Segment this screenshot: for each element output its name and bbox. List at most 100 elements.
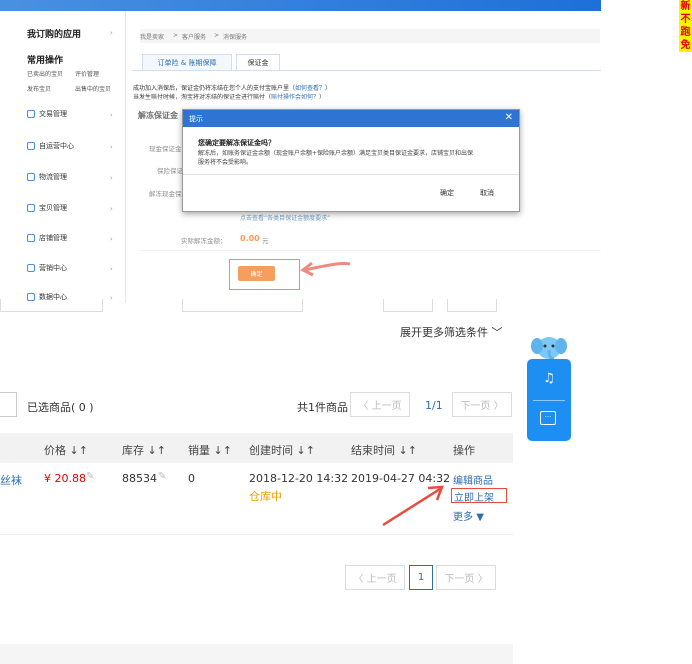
breadcrumb-item: 消保服务 (223, 34, 248, 41)
column-stock[interactable]: 库存 ↓↑ (122, 442, 166, 458)
sidebar-item-store[interactable]: 店铺管理 (27, 233, 67, 243)
sidebar-item-label: 交易管理 (39, 110, 67, 118)
more-actions-link[interactable]: 更多 ▼ (453, 508, 484, 523)
message-icon[interactable]: ··· (540, 411, 556, 425)
sidebar-item-self-op[interactable]: 自运营中心 (27, 141, 74, 151)
list-now-link[interactable]: 立即上架 (454, 489, 494, 504)
product-title[interactable]: 丝袜 (0, 472, 22, 488)
filter-input-4[interactable] (447, 299, 497, 312)
chevron-right-icon: › (110, 205, 113, 213)
sidebar-item-label: 营销中心 (39, 264, 67, 272)
edit-stock-icon[interactable]: ✎ (158, 471, 166, 482)
how-to-view-link[interactable]: 如何查看？ (295, 85, 325, 92)
filter-input-2[interactable] (182, 299, 303, 312)
store-icon (27, 234, 35, 242)
breadcrumb-separator: > (173, 32, 179, 39)
status-badge: 仓库中 (249, 490, 282, 503)
trade-icon (27, 110, 35, 118)
sidebar-item-logistics[interactable]: 物流管理 (27, 172, 67, 182)
stock-value: 88534 (122, 472, 157, 485)
marketing-icon (27, 264, 35, 272)
confirm-dialog: 提示 ✕ 您确定要解冻保证金吗？ 解冻后，如账务保证金余额（现金账户余额+保险账… (182, 109, 520, 212)
chevron-left-icon: 〈 (353, 574, 364, 585)
chevron-left-icon: 〈 (358, 401, 369, 412)
next-page-button[interactable]: 下一页 〉 (452, 392, 512, 417)
created-time: 2018-12-20 14:32 (249, 472, 349, 485)
edit-price-icon[interactable]: ✎ (86, 471, 94, 482)
column-created[interactable]: 创建时间 ↓↑ (249, 442, 315, 458)
truck-icon (27, 173, 35, 181)
product-list-panel: 展开更多筛选条件 ﹀ 已选商品( 0 ) 共1件商品 〈 上一页 1/1 下一页… (0, 299, 515, 664)
bottom-prev-page-button[interactable]: 〈 上一页 (345, 565, 405, 590)
top-bar (0, 0, 601, 11)
sidebar-item-trade[interactable]: 交易管理 (27, 109, 67, 119)
sidebar-item-goods[interactable]: 宝贝管理 (27, 203, 67, 213)
red-arrow-annotation (382, 485, 444, 527)
price-value: ¥ 20.88 (44, 472, 86, 485)
selected-count: 已选商品( 0 ) (27, 401, 94, 414)
page-indicator: 1/1 (425, 399, 443, 412)
chevron-right-icon: 〉 (493, 401, 504, 412)
chevron-right-icon: › (110, 174, 113, 182)
select-all-checkbox[interactable] (0, 392, 17, 417)
column-actions: 操作 (453, 444, 475, 457)
bottom-next-page-button[interactable]: 下一页 〉 (436, 565, 496, 590)
sidebar-item-marketing[interactable]: 营销中心 (27, 263, 67, 273)
chevron-down-icon: ﹀ (491, 326, 503, 339)
chevron-right-icon: › (110, 235, 113, 243)
edit-product-link[interactable]: 编辑商品 (453, 472, 493, 487)
sidebar-item-label: 店铺管理 (39, 234, 67, 242)
bell-icon[interactable]: ♫ (540, 371, 558, 389)
breadcrumb-item[interactable]: 我是卖家 (140, 32, 164, 41)
tab-order-insurance[interactable]: 订单险 & 账期保障 (142, 54, 232, 71)
filter-input-3[interactable] (383, 299, 433, 312)
dialog-question: 您确定要解冻保证金吗？ (198, 139, 275, 147)
sales-value: 0 (188, 472, 195, 485)
breadcrumb: 我是卖家 > 客户服务 > 消保服务 (140, 29, 600, 43)
chevron-right-icon: › (110, 294, 113, 302)
chevron-right-icon: › (110, 143, 113, 151)
chat-icon (27, 142, 35, 150)
toolbar-divider (533, 400, 565, 401)
column-sales[interactable]: 销量 ↓↑ (188, 442, 232, 458)
sidebar-item-label: 自运营中心 (39, 142, 74, 150)
quick-link-reviews[interactable]: 评价管理 (75, 69, 99, 78)
quick-link-sold[interactable]: 已卖出的宝贝 (27, 69, 63, 78)
sidebar-item-label: 物流管理 (39, 173, 67, 181)
dialog-description: 解冻后，如账务保证金余额（现金账户余额+保险账户余额）满足宝贝类目保证金要求，店… (198, 150, 474, 166)
column-ended[interactable]: 结束时间 ↓↑ (351, 442, 417, 458)
dialog-divider (183, 174, 519, 175)
dialog-cancel-button[interactable]: 取消 (480, 188, 494, 198)
column-price[interactable]: 价格 ↓↑ (44, 442, 88, 458)
side-ad-banner[interactable]: 新 不 跑 免 (679, 0, 692, 52)
chevron-right-icon: › (110, 265, 113, 273)
tab-underline (132, 70, 601, 71)
quick-link-onsale[interactable]: 出售中的宝贝 (75, 84, 111, 93)
dialog-ok-button[interactable]: 确定 (440, 188, 454, 198)
common-ops-title: 常用操作 (27, 56, 64, 66)
footer-strip (0, 644, 513, 664)
breadcrumb-separator: > (214, 32, 220, 39)
more-filters-toggle[interactable]: 展开更多筛选条件 ﹀ (400, 324, 503, 340)
dialog-title: 提示 (189, 115, 203, 123)
dialog-header: 提示 (183, 110, 519, 127)
my-apps-title[interactable]: 我订购的应用 (27, 27, 81, 40)
sidebar: 我订购的应用 › 常用操作 已卖出的宝贝 评价管理 发布宝贝 出售中的宝贝 交易… (0, 11, 126, 303)
total-count: 共1件商品 (297, 401, 348, 414)
close-icon[interactable]: ✕ (505, 112, 513, 123)
table-header: 价格 ↓↑ 库存 ↓↑ 销量 ↓↑ 创建时间 ↓↑ 结束时间 ↓↑ 操作 (0, 433, 513, 463)
bag-icon (27, 204, 35, 212)
quick-link-publish[interactable]: 发布宝贝 (27, 84, 51, 93)
bottom-page-1[interactable]: 1 (409, 565, 433, 590)
tab-deposit[interactable]: 保证金 (236, 54, 280, 71)
sidebar-item-label: 宝贝管理 (39, 204, 67, 212)
filter-input-1[interactable] (0, 299, 103, 312)
mascot-elephant-icon[interactable] (529, 332, 569, 362)
notice-line-1: 成功加入消保后，保证金仍将冻结在您个人的支付宝账户里（如何查看？） (133, 85, 332, 92)
chevron-right-icon: 〉 (477, 574, 488, 585)
floating-toolbar: ♫ ··· (527, 359, 571, 441)
chevron-right-icon: › (110, 29, 113, 37)
prev-page-button[interactable]: 〈 上一页 (350, 392, 410, 417)
breadcrumb-item[interactable]: 客户服务 (182, 32, 206, 41)
caret-down-icon: ▼ (476, 512, 484, 523)
